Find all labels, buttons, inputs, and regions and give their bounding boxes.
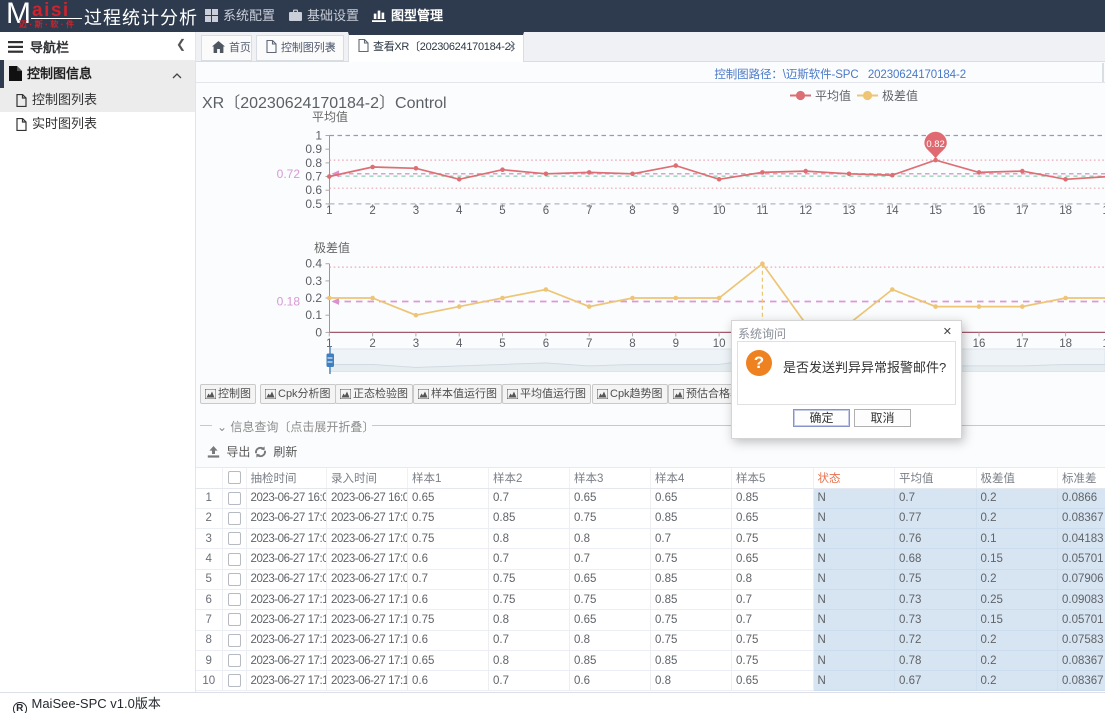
svg-text:0.5: 0.5: [305, 197, 322, 211]
svg-text:18: 18: [1059, 338, 1072, 350]
svg-text:16: 16: [973, 338, 986, 350]
svg-text:8: 8: [629, 338, 635, 350]
svg-text:3: 3: [413, 205, 419, 217]
svg-text:5: 5: [499, 205, 505, 217]
svg-text:平均值: 平均值: [815, 88, 851, 103]
svg-text:10: 10: [713, 205, 726, 217]
svg-text:0.18: 0.18: [277, 295, 301, 309]
svg-text:0.72: 0.72: [277, 167, 301, 181]
svg-text:11: 11: [756, 205, 768, 217]
svg-text:2: 2: [369, 205, 375, 217]
svg-text:15: 15: [929, 205, 942, 217]
svg-text:极差值: 极差值: [314, 240, 350, 255]
svg-text:平均值: 平均值: [312, 109, 348, 124]
svg-text:13: 13: [843, 205, 856, 217]
svg-text:18: 18: [1059, 205, 1072, 217]
svg-text:0.3: 0.3: [305, 274, 322, 288]
svg-text:6: 6: [543, 338, 549, 350]
svg-text:0.6: 0.6: [305, 183, 322, 197]
svg-text:0.7: 0.7: [305, 170, 322, 184]
svg-text:0.1: 0.1: [305, 308, 322, 322]
svg-text:16: 16: [973, 205, 986, 217]
svg-text:5: 5: [499, 338, 505, 350]
svg-text:9: 9: [673, 338, 679, 350]
svg-text:1: 1: [326, 205, 332, 217]
svg-text:0.2: 0.2: [305, 291, 322, 305]
svg-text:10: 10: [713, 338, 726, 350]
svg-text:0: 0: [315, 325, 322, 339]
svg-text:3: 3: [413, 338, 419, 350]
svg-text:9: 9: [673, 205, 679, 217]
svg-text:6: 6: [543, 205, 549, 217]
svg-text:17: 17: [1016, 338, 1029, 350]
svg-text:8: 8: [629, 205, 635, 217]
svg-text:4: 4: [456, 338, 463, 350]
svg-text:1: 1: [315, 129, 322, 143]
svg-text:7: 7: [586, 338, 592, 350]
svg-text:14: 14: [886, 205, 899, 217]
svg-text:极差值: 极差值: [882, 88, 918, 103]
svg-text:0.82: 0.82: [926, 139, 945, 150]
svg-text:4: 4: [456, 205, 463, 217]
svg-text:17: 17: [1016, 205, 1029, 217]
svg-text:7: 7: [586, 205, 592, 217]
svg-text:2: 2: [369, 338, 375, 350]
svg-text:0.9: 0.9: [305, 142, 322, 156]
svg-text:12: 12: [799, 205, 812, 217]
svg-text:0.4: 0.4: [305, 257, 322, 271]
svg-text:0.8: 0.8: [305, 156, 322, 170]
